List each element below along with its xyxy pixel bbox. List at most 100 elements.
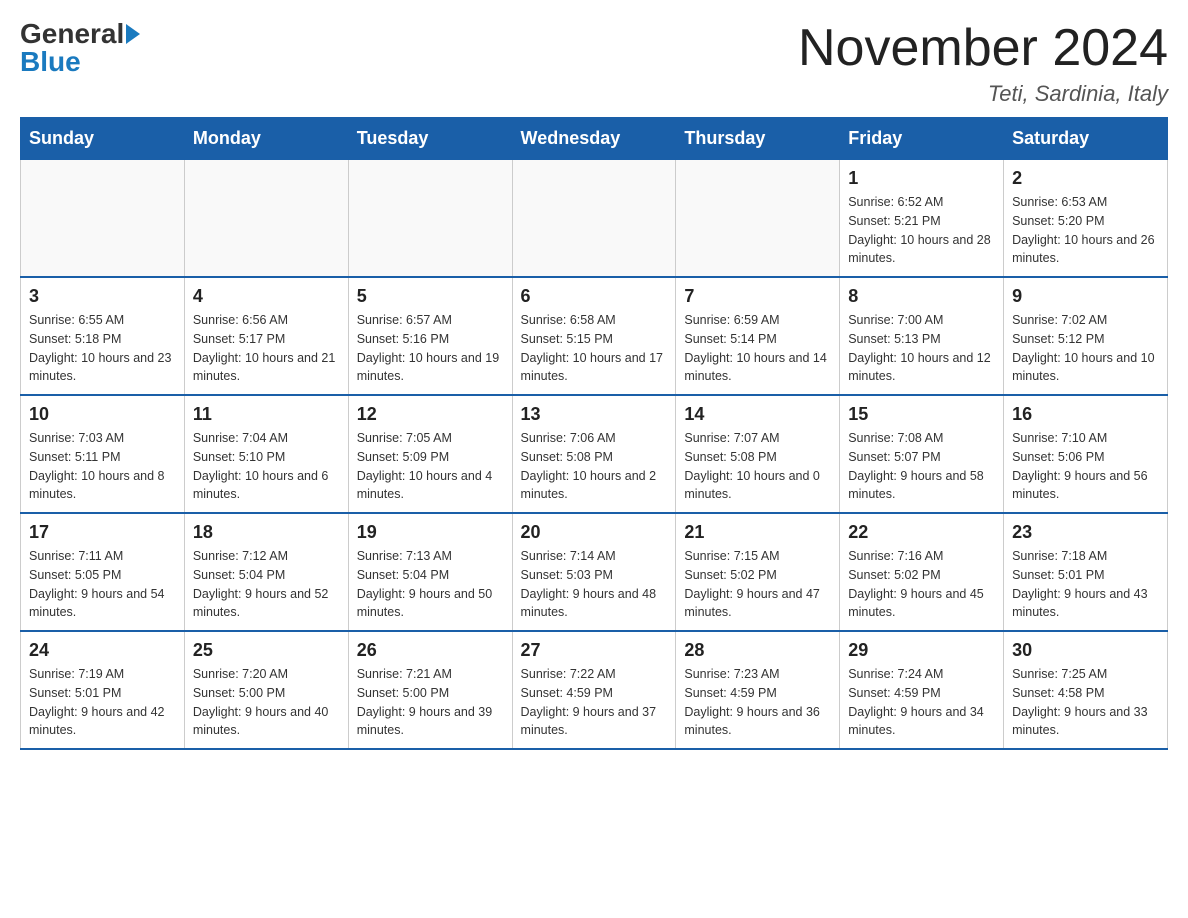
day-number: 9 bbox=[1012, 286, 1159, 307]
title-block: November 2024 Teti, Sardinia, Italy bbox=[798, 20, 1168, 107]
day-info: Sunrise: 7:24 AMSunset: 4:59 PMDaylight:… bbox=[848, 665, 995, 740]
calendar-cell: 12 Sunrise: 7:05 AMSunset: 5:09 PMDayligh… bbox=[348, 395, 512, 513]
calendar-cell: 23 Sunrise: 7:18 AMSunset: 5:01 PMDayligh… bbox=[1004, 513, 1168, 631]
month-title: November 2024 bbox=[798, 20, 1168, 77]
day-number: 14 bbox=[684, 404, 831, 425]
day-number: 18 bbox=[193, 522, 340, 543]
day-number: 12 bbox=[357, 404, 504, 425]
weekday-header-sunday: Sunday bbox=[21, 118, 185, 160]
day-info: Sunrise: 6:58 AMSunset: 5:15 PMDaylight:… bbox=[521, 311, 668, 386]
day-number: 30 bbox=[1012, 640, 1159, 661]
day-number: 3 bbox=[29, 286, 176, 307]
day-info: Sunrise: 7:22 AMSunset: 4:59 PMDaylight:… bbox=[521, 665, 668, 740]
weekday-header-tuesday: Tuesday bbox=[348, 118, 512, 160]
day-number: 28 bbox=[684, 640, 831, 661]
calendar-cell: 14Sunrise: 7:07 AMSunset: 5:08 PMDayligh… bbox=[676, 395, 840, 513]
day-number: 21 bbox=[684, 522, 831, 543]
calendar-cell: 13Sunrise: 7:06 AMSunset: 5:08 PMDayligh… bbox=[512, 395, 676, 513]
day-number: 15 bbox=[848, 404, 995, 425]
calendar-cell: 22 Sunrise: 7:16 AMSunset: 5:02 PMDayligh… bbox=[840, 513, 1004, 631]
day-info: Sunrise: 7:03 AMSunset: 5:11 PMDaylight:… bbox=[29, 429, 176, 504]
day-info: Sunrise: 7:06 AMSunset: 5:08 PMDaylight:… bbox=[521, 429, 668, 504]
day-info: Sunrise: 7:11 AMSunset: 5:05 PMDaylight:… bbox=[29, 547, 176, 622]
logo-arrow-icon bbox=[126, 24, 140, 44]
weekday-header-row: SundayMondayTuesdayWednesdayThursdayFrid… bbox=[21, 118, 1168, 160]
calendar-cell bbox=[676, 160, 840, 278]
calendar-cell: 16 Sunrise: 7:10 AMSunset: 5:06 PMDayligh… bbox=[1004, 395, 1168, 513]
day-info: Sunrise: 7:15 AMSunset: 5:02 PMDaylight:… bbox=[684, 547, 831, 622]
day-number: 10 bbox=[29, 404, 176, 425]
calendar-cell: 15 Sunrise: 7:08 AMSunset: 5:07 PMDayligh… bbox=[840, 395, 1004, 513]
calendar-cell: 6 Sunrise: 6:58 AMSunset: 5:15 PMDaylight… bbox=[512, 277, 676, 395]
calendar-cell: 26 Sunrise: 7:21 AMSunset: 5:00 PMDayligh… bbox=[348, 631, 512, 749]
calendar-cell: 2Sunrise: 6:53 AMSunset: 5:20 PMDaylight… bbox=[1004, 160, 1168, 278]
calendar-cell: 1 Sunrise: 6:52 AMSunset: 5:21 PMDaylight… bbox=[840, 160, 1004, 278]
logo: General Blue bbox=[20, 20, 140, 76]
calendar-cell: 30Sunrise: 7:25 AMSunset: 4:58 PMDayligh… bbox=[1004, 631, 1168, 749]
calendar-week-2: 3Sunrise: 6:55 AMSunset: 5:18 PMDaylight… bbox=[21, 277, 1168, 395]
calendar-cell: 27 Sunrise: 7:22 AMSunset: 4:59 PMDayligh… bbox=[512, 631, 676, 749]
calendar-week-4: 17Sunrise: 7:11 AMSunset: 5:05 PMDayligh… bbox=[21, 513, 1168, 631]
calendar-cell: 20 Sunrise: 7:14 AMSunset: 5:03 PMDayligh… bbox=[512, 513, 676, 631]
calendar-cell bbox=[512, 160, 676, 278]
calendar-cell: 21 Sunrise: 7:15 AMSunset: 5:02 PMDayligh… bbox=[676, 513, 840, 631]
day-info: Sunrise: 6:56 AMSunset: 5:17 PMDaylight:… bbox=[193, 311, 340, 386]
calendar-week-5: 24 Sunrise: 7:19 AMSunset: 5:01 PMDayligh… bbox=[21, 631, 1168, 749]
calendar-cell: 29 Sunrise: 7:24 AMSunset: 4:59 PMDayligh… bbox=[840, 631, 1004, 749]
day-info: Sunrise: 7:21 AMSunset: 5:00 PMDaylight:… bbox=[357, 665, 504, 740]
day-number: 23 bbox=[1012, 522, 1159, 543]
location-text: Teti, Sardinia, Italy bbox=[798, 81, 1168, 107]
weekday-header-wednesday: Wednesday bbox=[512, 118, 676, 160]
calendar-cell: 24 Sunrise: 7:19 AMSunset: 5:01 PMDayligh… bbox=[21, 631, 185, 749]
day-number: 11 bbox=[193, 404, 340, 425]
day-number: 22 bbox=[848, 522, 995, 543]
calendar-body: 1 Sunrise: 6:52 AMSunset: 5:21 PMDaylight… bbox=[21, 160, 1168, 750]
calendar-header: SundayMondayTuesdayWednesdayThursdayFrid… bbox=[21, 118, 1168, 160]
day-number: 20 bbox=[521, 522, 668, 543]
weekday-header-thursday: Thursday bbox=[676, 118, 840, 160]
day-info: Sunrise: 6:53 AMSunset: 5:20 PMDaylight:… bbox=[1012, 193, 1159, 268]
day-info: Sunrise: 7:14 AMSunset: 5:03 PMDaylight:… bbox=[521, 547, 668, 622]
calendar-cell bbox=[184, 160, 348, 278]
day-info: Sunrise: 7:08 AMSunset: 5:07 PMDaylight:… bbox=[848, 429, 995, 504]
day-number: 24 bbox=[29, 640, 176, 661]
day-info: Sunrise: 7:20 AMSunset: 5:00 PMDaylight:… bbox=[193, 665, 340, 740]
calendar-cell: 19Sunrise: 7:13 AMSunset: 5:04 PMDayligh… bbox=[348, 513, 512, 631]
calendar-cell: 8 Sunrise: 7:00 AMSunset: 5:13 PMDaylight… bbox=[840, 277, 1004, 395]
calendar-cell bbox=[348, 160, 512, 278]
calendar-cell: 9Sunrise: 7:02 AMSunset: 5:12 PMDaylight… bbox=[1004, 277, 1168, 395]
weekday-header-friday: Friday bbox=[840, 118, 1004, 160]
day-info: Sunrise: 6:59 AMSunset: 5:14 PMDaylight:… bbox=[684, 311, 831, 386]
day-number: 16 bbox=[1012, 404, 1159, 425]
calendar-cell: 25Sunrise: 7:20 AMSunset: 5:00 PMDayligh… bbox=[184, 631, 348, 749]
day-number: 26 bbox=[357, 640, 504, 661]
calendar-cell bbox=[21, 160, 185, 278]
day-info: Sunrise: 7:18 AMSunset: 5:01 PMDaylight:… bbox=[1012, 547, 1159, 622]
day-number: 1 bbox=[848, 168, 995, 189]
weekday-header-saturday: Saturday bbox=[1004, 118, 1168, 160]
day-info: Sunrise: 7:16 AMSunset: 5:02 PMDaylight:… bbox=[848, 547, 995, 622]
calendar-cell: 17Sunrise: 7:11 AMSunset: 5:05 PMDayligh… bbox=[21, 513, 185, 631]
day-info: Sunrise: 7:05 AMSunset: 5:09 PMDaylight:… bbox=[357, 429, 504, 504]
page-header: General Blue November 2024 Teti, Sardini… bbox=[20, 20, 1168, 107]
calendar-cell: 18 Sunrise: 7:12 AMSunset: 5:04 PMDayligh… bbox=[184, 513, 348, 631]
calendar-week-1: 1 Sunrise: 6:52 AMSunset: 5:21 PMDaylight… bbox=[21, 160, 1168, 278]
calendar-cell: 7 Sunrise: 6:59 AMSunset: 5:14 PMDaylight… bbox=[676, 277, 840, 395]
day-number: 4 bbox=[193, 286, 340, 307]
day-number: 29 bbox=[848, 640, 995, 661]
calendar-cell: 28Sunrise: 7:23 AMSunset: 4:59 PMDayligh… bbox=[676, 631, 840, 749]
day-info: Sunrise: 7:12 AMSunset: 5:04 PMDaylight:… bbox=[193, 547, 340, 622]
day-number: 5 bbox=[357, 286, 504, 307]
logo-blue-text: Blue bbox=[20, 48, 81, 76]
day-info: Sunrise: 6:57 AMSunset: 5:16 PMDaylight:… bbox=[357, 311, 504, 386]
calendar-cell: 3Sunrise: 6:55 AMSunset: 5:18 PMDaylight… bbox=[21, 277, 185, 395]
day-info: Sunrise: 7:19 AMSunset: 5:01 PMDaylight:… bbox=[29, 665, 176, 740]
day-info: Sunrise: 7:04 AMSunset: 5:10 PMDaylight:… bbox=[193, 429, 340, 504]
day-number: 8 bbox=[848, 286, 995, 307]
day-info: Sunrise: 7:00 AMSunset: 5:13 PMDaylight:… bbox=[848, 311, 995, 386]
day-info: Sunrise: 7:10 AMSunset: 5:06 PMDaylight:… bbox=[1012, 429, 1159, 504]
day-info: Sunrise: 6:52 AMSunset: 5:21 PMDaylight:… bbox=[848, 193, 995, 268]
day-number: 6 bbox=[521, 286, 668, 307]
day-number: 27 bbox=[521, 640, 668, 661]
day-number: 7 bbox=[684, 286, 831, 307]
